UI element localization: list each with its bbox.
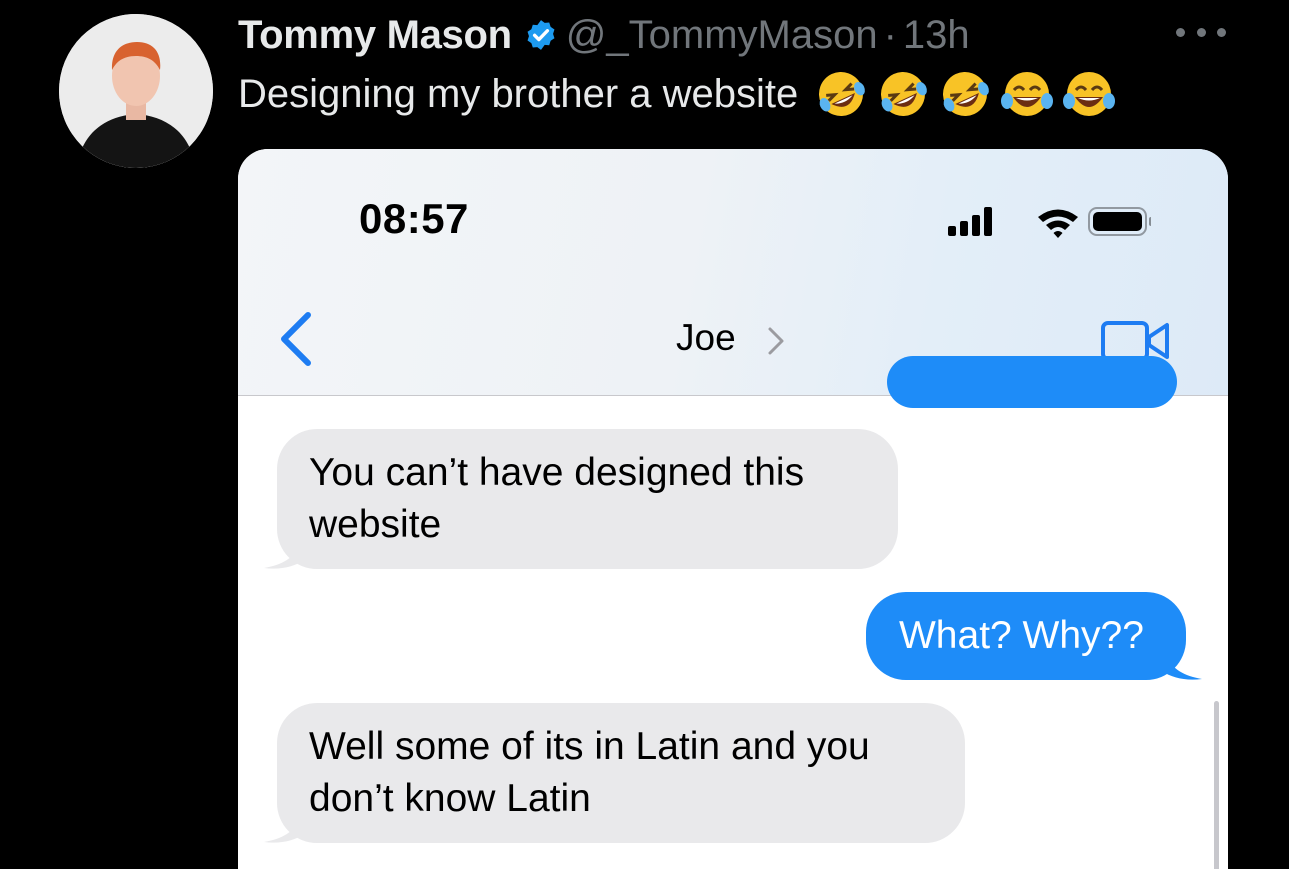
message-line: Well some of its in Latin and you [309, 725, 870, 768]
tears-of-joy-emoji [1060, 65, 1118, 123]
verified-badge-icon [527, 20, 555, 50]
profile-photo [59, 14, 213, 168]
status-bar-time: 08:57 [359, 195, 469, 242]
previous-outgoing-bubble [887, 356, 1177, 408]
incoming-message[interactable]: Well some of its in Latin and you don’t … [277, 703, 965, 843]
cellular-signal-icon [948, 207, 992, 236]
bubble-tail [264, 546, 304, 569]
tweet-media[interactable]: 08:57 Joe You can’t have designed this w… [238, 149, 1228, 869]
outgoing-message[interactable]: What? Why?? [866, 592, 1186, 680]
separator: · [883, 12, 897, 57]
back-chevron-icon[interactable] [276, 310, 316, 368]
timestamp[interactable]: 13h [903, 13, 970, 58]
tears-of-joy-emoji [998, 65, 1056, 123]
rolling-on-floor-laughing-emoji [936, 65, 994, 123]
display-name[interactable]: Tommy Mason [238, 13, 512, 58]
tweet-body: Designing my brother a website [238, 71, 799, 116]
battery-icon [1088, 207, 1151, 236]
message-line: What? Why?? [899, 614, 1144, 657]
incoming-message[interactable]: You can’t have designed this website [277, 429, 898, 569]
message-thread[interactable]: You can’t have designed this website Wha… [238, 356, 1228, 869]
tweet-header: Tommy Mason @_TommyMason · 13h [238, 10, 970, 60]
scroll-indicator[interactable] [1214, 701, 1219, 869]
message-line: You can’t have designed this [309, 451, 805, 494]
message-line: website [309, 503, 442, 546]
status-bar-icons [948, 207, 1151, 238]
wifi-icon [1038, 209, 1078, 238]
avatar[interactable] [59, 14, 213, 168]
bubble-tail [264, 820, 304, 843]
message-line: don’t know Latin [309, 777, 591, 820]
chevron-right-icon[interactable] [766, 326, 786, 356]
rolling-on-floor-laughing-emoji [874, 65, 932, 123]
more-options-icon[interactable] [1176, 22, 1226, 42]
contact-name[interactable]: Joe [676, 317, 736, 359]
bubble-tail [1162, 657, 1202, 680]
tweet-text: Designing my brother a website [238, 66, 1118, 122]
emoji-row [812, 65, 1118, 123]
rolling-on-floor-laughing-emoji [812, 65, 870, 123]
handle[interactable]: @_TommyMason [566, 13, 878, 58]
